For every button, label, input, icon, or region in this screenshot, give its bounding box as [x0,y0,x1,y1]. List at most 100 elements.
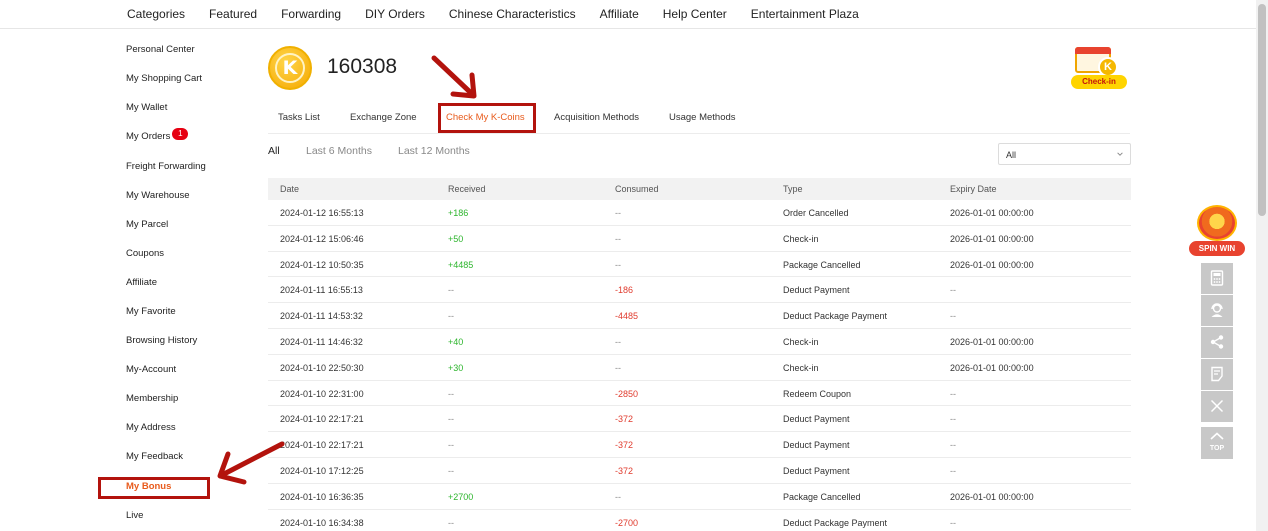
nav-item-diy-orders[interactable]: DIY Orders [365,7,425,21]
table-row: 2024-01-10 16:36:35 +2700 -- Package Cancel… [268,484,1131,510]
cell-received: -- [448,440,454,451]
customer-service-button[interactable] [1201,295,1233,326]
sidebar-item-label: My Favorite [126,306,176,317]
share-button[interactable] [1201,327,1233,358]
chevron-up-icon [1210,432,1224,440]
cell-expiry-date: -- [950,388,956,399]
cell-expiry-date: -- [950,465,956,476]
sidebar-item-my-account[interactable]: My-Account [126,364,176,375]
nav-item-categories[interactable]: Categories [127,7,185,21]
filter-all[interactable]: All [268,145,280,157]
sidebar-item-label: My Orders [126,131,171,142]
cell-received: -- [448,285,454,296]
cell-date: 2024-01-10 22:17:21 [280,440,364,451]
column-header-consumed: Consumed [615,184,659,194]
cell-date: 2024-01-12 10:50:35 [280,259,364,270]
sidebar-item-my-shopping-cart[interactable]: My Shopping Cart [126,73,202,84]
table-body: 2024-01-12 16:55:13 +186 -- Order Cancelled… [268,200,1131,531]
spin-win-button[interactable]: SPIN WIN [1189,205,1245,259]
sidebar-item-my-wallet[interactable]: My Wallet [126,102,167,113]
sidebar-item-live[interactable]: Live [126,510,143,521]
sidebar-item-my-parcel[interactable]: My Parcel [126,219,168,230]
table-row: 2024-01-10 22:50:30 +30 -- Check-in 2026-01-… [268,355,1131,381]
sidebar-item-personal-center[interactable]: Personal Center [126,44,195,55]
page-scrollbar[interactable] [1256,0,1268,531]
cell-consumed: -2700 [615,517,639,528]
nav-item-help-center[interactable]: Help Center [663,7,727,21]
annotation-highlight-check-my-k-coins [438,103,536,133]
cell-date: 2024-01-10 16:34:38 [280,517,364,528]
sidebar-item-my-address[interactable]: My Address [126,422,176,433]
cell-consumed: -- [615,491,621,502]
table-row: 2024-01-11 14:46:32 +40 -- Check-in 2026-01-… [268,329,1131,355]
cell-expiry-date: -- [950,517,956,528]
calculator-icon [1210,270,1224,286]
filter-last-12-months[interactable]: Last 12 Months [398,145,470,157]
table-row: 2024-01-10 22:31:00 -- -2850 Redeem Coupon -… [268,381,1131,407]
cell-expiry-date: 2026-01-01 00:00:00 [950,233,1034,244]
annotation-arrow-sidebar [217,441,285,485]
k-coin-icon: K [268,46,312,90]
sidebar-item-label: Live [126,510,144,521]
feedback-button[interactable] [1201,359,1233,390]
cell-type: Order Cancelled [783,208,849,218]
sidebar-item-freight-forwarding[interactable]: Freight Forwarding [126,161,206,172]
sidebar-item-browsing-history[interactable]: Browsing History [126,335,197,346]
cell-expiry-date: -- [950,440,956,451]
sidebar-item-label: My-Account [126,364,177,375]
cell-type: Deduct Package Payment [783,311,888,322]
cell-received: -- [448,311,454,322]
sidebar-item-my-warehouse[interactable]: My Warehouse [126,190,190,201]
nav-item-entertainment-plaza[interactable]: Entertainment Plaza [751,7,859,21]
tabs-divider [268,133,1130,134]
type-select-value: All [1006,150,1017,160]
tab-usage-methods[interactable]: Usage Methods [669,112,736,123]
sidebar-item-my-favorite[interactable]: My Favorite [126,306,176,317]
annotation-highlight-my-bonus [98,477,210,499]
cell-consumed: -- [615,362,621,373]
filter-last-6-months[interactable]: Last 6 Months [306,145,372,157]
sidebar-item-my-feedback[interactable]: My Feedback [126,451,183,462]
sidebar-item-label: My Wallet [126,102,168,113]
sidebar-item-label: My Parcel [126,219,169,230]
cell-type: Check-in [783,362,819,373]
cell-consumed: -- [615,336,621,347]
cell-type: Check-in [783,233,819,244]
table-row: 2024-01-12 10:50:35 +4485 -- Package Cancel… [268,252,1131,278]
sidebar-item-label: Coupons [126,248,165,259]
cell-consumed: -- [615,233,621,244]
sidebar-item-label: My Feedback [126,451,184,462]
sidebar-item-membership[interactable]: Membership [126,393,178,404]
page: Categories Featured Forwarding DIY Orders Ch… [0,0,1268,531]
sidebar-item-coupons[interactable]: Coupons [126,248,164,259]
tab-tasks-list[interactable]: Tasks List [278,112,320,123]
tab-exchange-zone[interactable]: Exchange Zone [350,112,417,123]
cell-date: 2024-01-10 22:17:21 [280,414,364,425]
cell-type: Deduct Payment [783,285,850,296]
cell-expiry-date: 2026-01-01 00:00:00 [950,208,1034,218]
cell-consumed: -372 [615,440,634,451]
check-in-button[interactable]: K Check-in [1071,45,1127,89]
tab-acquisition-methods[interactable]: Acquisition Methods [554,112,639,123]
cell-expiry-date: -- [950,285,956,296]
back-to-top-button[interactable]: TOP [1201,427,1233,459]
sidebar-item-label: My Shopping Cart [126,73,203,84]
cell-consumed: -372 [615,465,634,476]
nav-item-featured[interactable]: Featured [209,7,257,21]
cell-expiry-date: -- [950,414,956,425]
nav-item-forwarding[interactable]: Forwarding [281,7,341,21]
sidebar-item-label: Membership [126,393,179,404]
close-floating-button[interactable] [1201,391,1233,422]
cell-date: 2024-01-11 16:55:13 [280,285,363,296]
share-icon [1210,335,1224,349]
sidebar-item-label: Personal Center [126,44,195,55]
cell-date: 2024-01-11 14:53:32 [280,311,363,322]
cell-date: 2024-01-10 16:36:35 [280,491,364,502]
nav-item-affiliate[interactable]: Affiliate [600,7,639,21]
type-select[interactable]: All [998,143,1131,165]
calculator-button[interactable] [1201,263,1233,294]
nav-item-chinese-characteristics[interactable]: Chinese Characteristics [449,7,576,21]
sidebar-item-affiliate[interactable]: Affiliate [126,277,157,288]
scrollbar-thumb[interactable] [1258,4,1266,216]
sidebar-item-my-orders[interactable]: My Orders 1 [126,128,189,143]
